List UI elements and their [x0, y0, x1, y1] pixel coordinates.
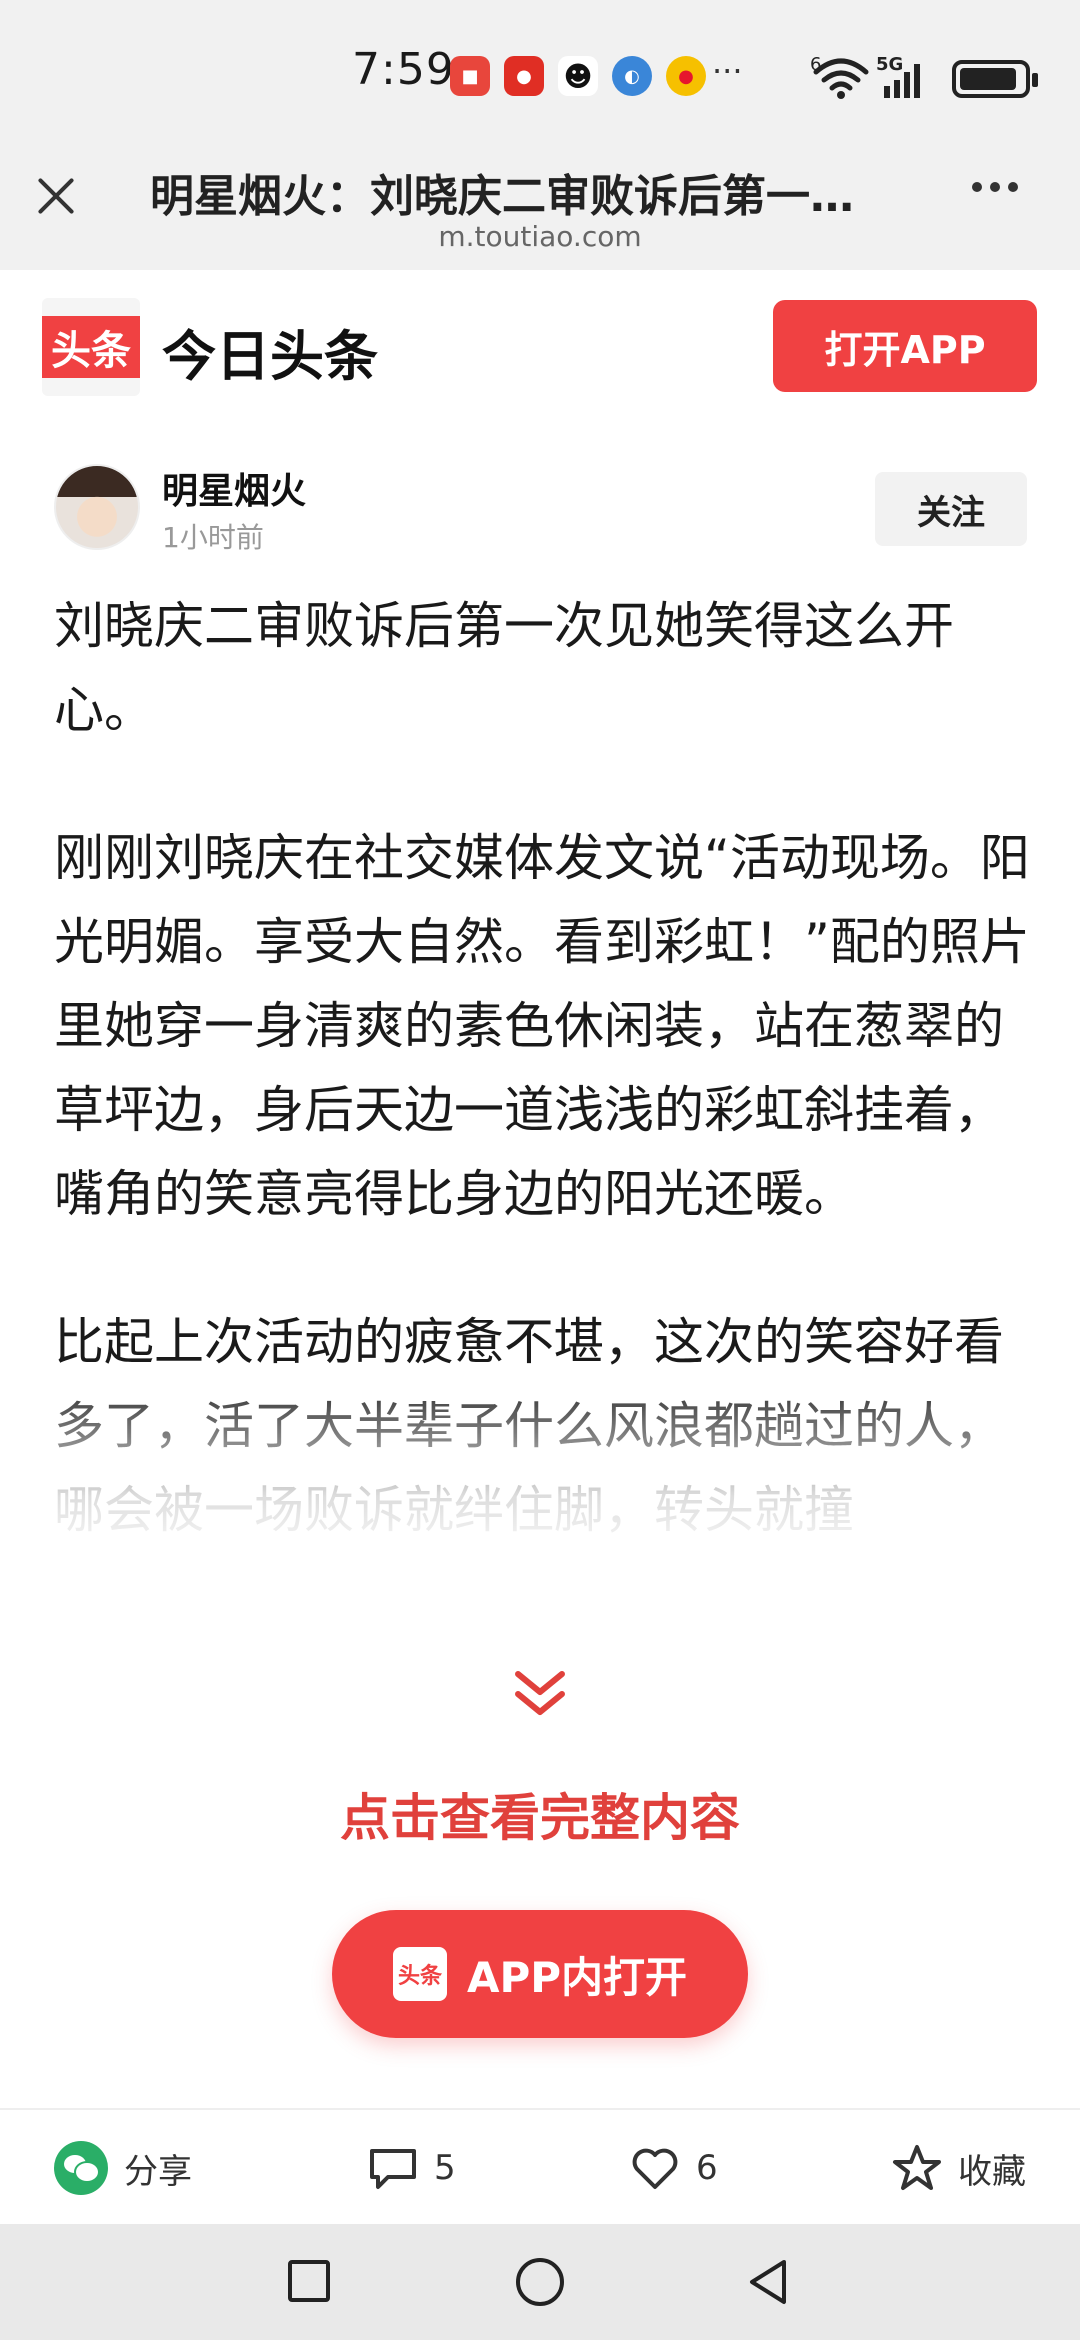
- chevron-down-icon[interactable]: [508, 1666, 572, 1722]
- action-bar: 分享 5 6 收藏: [0, 2108, 1080, 2224]
- browser-header: 明星烟火：刘晓庆二审败诉后第一… m.toutiao.com: [0, 120, 1080, 270]
- signal-icon: [884, 64, 920, 98]
- follow-button[interactable]: 关注: [875, 472, 1027, 546]
- share-button[interactable]: 分享: [54, 2140, 192, 2196]
- star-icon: [893, 2145, 941, 2190]
- comment-button[interactable]: 5: [368, 2140, 456, 2196]
- qq-icon: ☻: [558, 56, 598, 96]
- article-paragraph: 刘晓庆二审败诉后第一次见她笑得这么开心。: [54, 597, 954, 739]
- wechat-icon: [54, 2141, 108, 2195]
- publish-time: 1小时前: [162, 521, 264, 554]
- close-icon[interactable]: [28, 168, 84, 224]
- content-fade: [0, 1370, 1080, 1650]
- like-button[interactable]: 6: [630, 2140, 718, 2196]
- notification-icons: ■ ● ☻ ◐ ●: [450, 56, 706, 96]
- share-label: 分享: [124, 2151, 192, 2192]
- pinduoduo-icon: ●: [504, 56, 544, 96]
- back-icon[interactable]: [744, 2256, 792, 2308]
- more-notifications-icon: ···: [712, 52, 743, 90]
- author-name[interactable]: 明星烟火: [162, 462, 306, 514]
- weibo-icon: ●: [666, 56, 706, 96]
- battery-icon: [952, 60, 1038, 98]
- more-options-icon[interactable]: [972, 182, 1018, 192]
- recent-apps-icon[interactable]: [288, 2260, 330, 2302]
- toutiao-icon: 头条: [392, 1947, 447, 2001]
- favorite-button[interactable]: 收藏: [892, 2140, 1026, 2196]
- browser-icon: ◐: [612, 56, 652, 96]
- open-in-app-button[interactable]: 头条 APP内打开: [332, 1910, 748, 2038]
- app-header: 头条 今日头条 打开APP: [0, 270, 1080, 420]
- status-time: 7:59: [352, 44, 455, 95]
- avatar[interactable]: [54, 464, 140, 550]
- home-icon[interactable]: [516, 2258, 564, 2306]
- open-app-button[interactable]: 打开APP: [773, 300, 1037, 392]
- huawei-appgallery-icon: ■: [450, 56, 490, 96]
- status-bar: 7:59 ■ ● ☻ ◐ ● ··· 6 5G: [0, 0, 1080, 120]
- author-row: 明星烟火 1小时前 关注: [0, 450, 1080, 570]
- like-count: 6: [696, 2148, 718, 2188]
- view-full-content-link[interactable]: 点击查看完整内容: [0, 1778, 1080, 1850]
- comment-icon: [370, 2149, 416, 2189]
- toutiao-logo: 头条: [42, 298, 140, 396]
- heart-icon: [632, 2148, 678, 2189]
- app-name: 今日头条: [162, 325, 378, 388]
- wifi-label: 6: [810, 54, 822, 75]
- page-title: 明星烟火：刘晓庆二审败诉后第一…: [150, 171, 854, 222]
- favorite-label: 收藏: [958, 2151, 1026, 2192]
- open-in-app-label: APP内打开: [466, 1952, 688, 2002]
- page-url: m.toutiao.com: [438, 220, 642, 253]
- comment-count: 5: [434, 2148, 456, 2188]
- logo-text: 头条: [42, 316, 140, 378]
- article-paragraph: 刚刚刘晓庆在社交媒体发文说“活动现场。阳光明媚。享受大自然。看到彩虹！”配的照片…: [54, 829, 1030, 1223]
- system-nav-bar: [0, 2224, 1080, 2340]
